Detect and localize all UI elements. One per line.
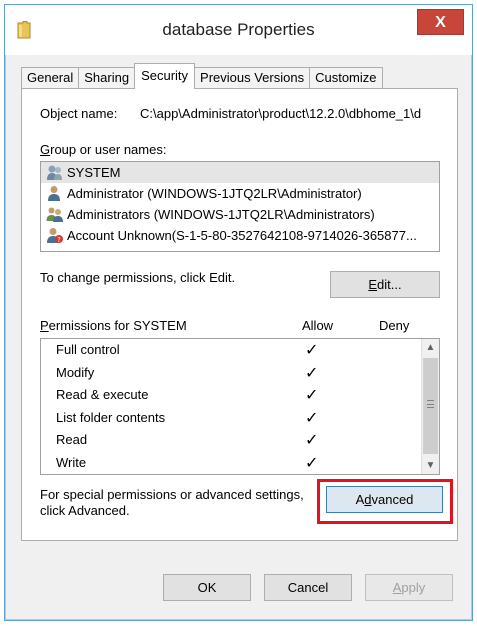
advanced-button[interactable]: Advanced [326,486,443,513]
system-user-icon [47,165,62,180]
user-item-administrator[interactable]: Administrator (WINDOWS-1JTQ2LR\Administr… [41,183,439,204]
permission-row: Read ✓ [41,429,439,452]
permission-name: Write [56,454,87,470]
group-users-label: Group or user names: [40,142,167,157]
properties-dialog: database Properties X General Sharing Se… [4,4,473,621]
apply-button[interactable]: Apply [365,574,453,601]
allow-check-icon: ✓ [305,454,319,472]
user-item-account-unknown[interactable]: ? Account Unknown(S-1-5-80-3527642108-97… [41,225,439,246]
user-item-system[interactable]: SYSTEM [41,162,439,183]
allow-check-icon: ✓ [305,342,319,359]
permissions-label: Permissions for SYSTEM [40,318,187,333]
user-item-label: Administrator (WINDOWS-1JTQ2LR\Administr… [67,186,362,201]
permission-list[interactable]: Full control ✓ Modify ✓ Read & execute ✓… [40,338,440,475]
scroll-thumb[interactable] [423,358,438,454]
object-name-row: Object name: C:\app\Administrator\produc… [40,106,458,121]
user-item-administrators[interactable]: Administrators (WINDOWS-1JTQ2LR\Administ… [41,204,439,225]
permission-row: Read & execute ✓ [41,384,439,407]
tab-strip: General Sharing Security Previous Versio… [21,63,383,89]
allow-check-icon: ✓ [305,432,319,449]
scroll-down-icon[interactable]: ▼ [422,457,439,474]
permission-name: List folder contents [56,409,166,425]
allow-check-icon: ✓ [305,387,319,404]
object-name-label: Object name: [40,106,118,121]
window-title: database Properties [162,20,315,39]
allow-check-icon: ✓ [305,364,319,382]
close-button[interactable]: X [417,9,464,35]
permission-name: Read & execute [56,387,149,402]
cancel-button[interactable]: Cancel [264,574,352,601]
ok-button[interactable]: OK [163,574,251,601]
title-bar[interactable]: database Properties X [5,5,472,55]
tab-security[interactable]: Security [134,63,196,89]
permission-name: Modify [56,364,95,380]
user-icon [48,186,60,201]
tab-sharing[interactable]: Sharing [78,67,136,89]
svg-text:?: ? [57,236,61,244]
allow-check-icon: ✓ [305,409,319,427]
edit-hint: To change permissions, click Edit. [40,270,236,285]
scroll-up-icon[interactable]: ▲ [422,339,439,356]
deny-header: Deny [379,318,410,333]
tab-customize[interactable]: Customize [309,67,383,89]
edit-button[interactable]: Edit... [330,271,440,298]
security-tab-panel: Object name: C:\app\Administrator\produc… [21,88,458,541]
permission-row: Full control ✓ [41,339,439,362]
user-item-label: Account Unknown(S-1-5-80-3527642108-9714… [67,228,417,243]
tab-previous-versions[interactable]: Previous Versions [194,67,311,89]
permission-row: List folder contents ✓ [41,407,439,430]
object-name-value: C:\app\Administrator\product\12.2.0\dbho… [140,106,422,121]
permission-name: Read [56,432,88,447]
user-item-label: Administrators (WINDOWS-1JTQ2LR\Administ… [67,207,375,222]
unknown-user-icon: ? [47,228,63,244]
permission-name: Full control [56,342,120,357]
user-list[interactable]: SYSTEM Administrator (WINDOWS-1JTQ2LR\Ad… [40,161,440,252]
allow-header: Allow [302,318,334,333]
permission-row: Write ✓ [41,452,439,475]
user-item-label: SYSTEM [67,165,121,180]
permission-row: Modify ✓ [41,362,439,385]
permission-scrollbar[interactable]: ▲ ▼ [421,339,439,474]
tab-general[interactable]: General [21,67,80,89]
advanced-hint-line2: click Advanced. [40,503,130,518]
group-icon [46,207,63,222]
grip-icon [427,400,434,408]
advanced-hint-line1: For special permissions or advanced sett… [40,487,304,502]
